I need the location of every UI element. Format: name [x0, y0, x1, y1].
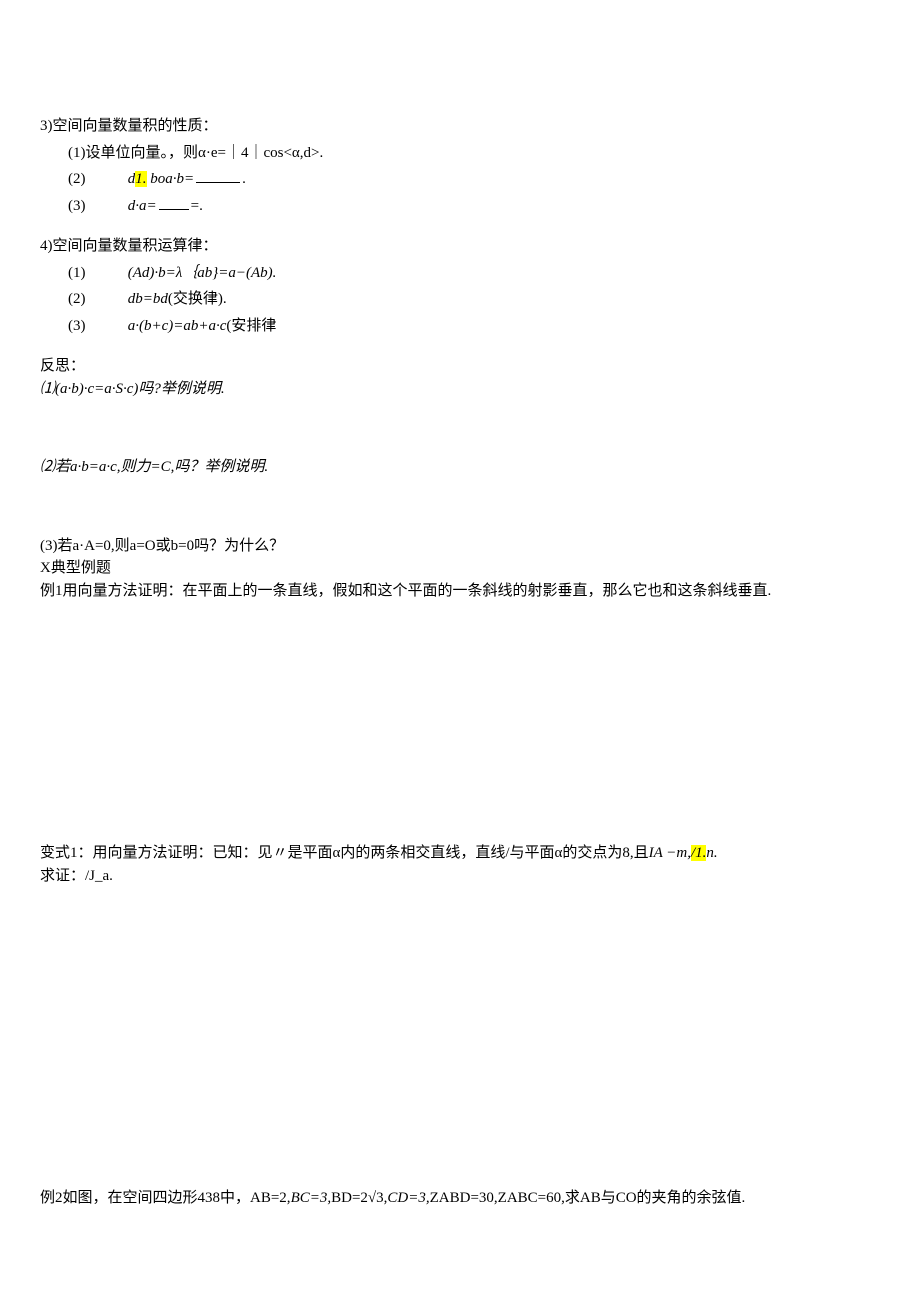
variant-1: 变式1：用向量方法证明：已知：见〃是平面α内的两条相交直线，直线/与平面α的交点…	[40, 842, 880, 865]
item-number: (2)	[68, 168, 124, 191]
reflect-q2: ⑵若a·b=a·c,则力=C,吗？举例说明.	[40, 456, 880, 479]
highlight-text: 1.	[135, 171, 146, 187]
ex2-bd: BD=2√3,	[331, 1190, 387, 1206]
section-3-item-2: (2) d1. boa·b=.	[40, 168, 880, 191]
q2-text: ⑵若a·b=a·c,则力=C,吗？举例说明.	[40, 459, 268, 475]
highlight-text: /1.	[691, 845, 706, 861]
item-text: db=bd	[128, 291, 168, 307]
variant-1-ital2: n.	[706, 845, 717, 861]
reflect-q1: ⑴(a·b)·c=a·S·c)吗?举例说明.	[40, 378, 880, 401]
variant-1-prove: 求证：/J_a.	[40, 865, 880, 888]
ex2-pre: 例2如图，在空间四边形438中，AB=2,	[40, 1190, 291, 1206]
section-3-heading: 3)空间向量数量积的性质：	[40, 115, 880, 138]
variant-1-ital: IA −m,	[649, 845, 691, 861]
variant-1-pre: 变式1：用向量方法证明：已知：见〃是平面α内的两条相交直线，直线/与平面α的交点…	[40, 845, 649, 861]
item-text: a·(b+c)=ab+a·c	[128, 318, 227, 334]
item-end: =.	[191, 198, 203, 214]
example-2: 例2如图，在空间四边形438中，AB=2,BC=3,BD=2√3,CD=3,ZA…	[40, 1187, 880, 1210]
section-4-heading: 4)空间向量数量积运算律：	[40, 235, 880, 258]
item-number: (2)	[68, 288, 124, 311]
blank-fill	[196, 182, 240, 183]
ex2-cd: CD=3,	[387, 1190, 429, 1206]
section-4-item-1: (1) (Ad)·b=λ｛ab}=a−(Ab).	[40, 262, 880, 285]
reflect-heading: 反思：	[40, 355, 880, 378]
reflect-q3: (3)若a·A=0,则a=O或b=0吗？为什么？	[40, 535, 880, 558]
item-number: (1)	[68, 262, 124, 285]
item-paren: (交换律).	[168, 291, 227, 307]
item-text: d·a=	[128, 198, 157, 214]
blank-fill	[159, 209, 189, 210]
item-number: (3)	[68, 315, 124, 338]
section-3-item-3: (3) d·a= =.	[40, 195, 880, 218]
ex2-rest: ZABD=30,ZABC=60,求AB与CO的夹角的余弦值.	[430, 1190, 746, 1206]
section-4-item-3: (3) a·(b+c)=ab+a·c(安排律	[40, 315, 880, 338]
examples-heading: X典型例题	[40, 557, 880, 580]
item-paren: (安排律	[226, 318, 276, 334]
section-4-item-2: (2) db=bd(交换律).	[40, 288, 880, 311]
section-3-item-1: (1)设单位向量。，则α·e=｜4｜cos<α,d>.	[40, 142, 880, 165]
ex2-bc: BC=3,	[291, 1190, 332, 1206]
example-1: 例1用向量方法证明：在平面上的一条直线，假如和这个平面的一条斜线的射影垂直，那么…	[40, 580, 880, 603]
item-end: .	[242, 171, 246, 187]
item-text: (Ad)·b=λ｛ab}=a−(Ab).	[128, 265, 277, 281]
item-text-rest: boa·b=	[147, 171, 195, 187]
item-number: (3)	[68, 195, 124, 218]
